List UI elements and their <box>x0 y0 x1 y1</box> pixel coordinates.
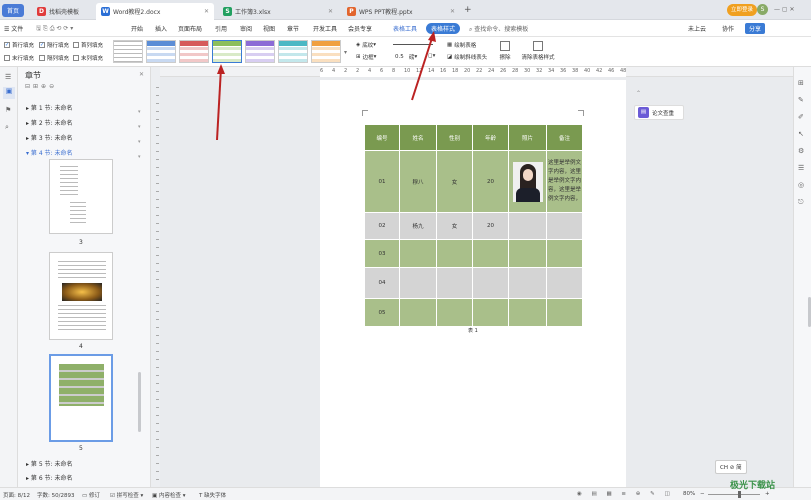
annotation-arrows <box>216 31 436 141</box>
arrow-head-icon <box>428 31 436 42</box>
arrow-to-table-style-tab <box>411 34 434 101</box>
arrow-head-icon <box>217 64 225 74</box>
arrow-to-green-style <box>216 67 222 141</box>
watermark-logo: 极光下载站 <box>730 481 776 491</box>
